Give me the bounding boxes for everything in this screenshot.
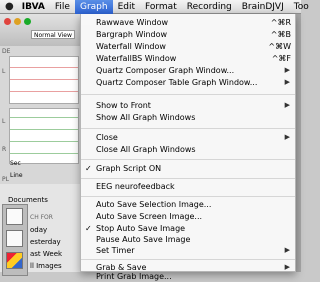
- line-label: Line: [10, 172, 23, 179]
- minimize-window-icon[interactable]: [14, 18, 21, 25]
- menu-item-close[interactable]: Close ▶: [81, 132, 295, 143]
- apple-icon[interactable]: ●: [5, 1, 14, 12]
- submenu-arrow-icon: ▶: [284, 246, 290, 254]
- graph-dropdown-menu: Rawwave Window ^⌘R Bargraph Window ^⌘B W…: [80, 14, 296, 281]
- sidebar-item-yesterday[interactable]: esterday: [30, 238, 61, 246]
- sidebar-heading-search: CH FOR: [30, 214, 53, 221]
- sidebar-item-all-images[interactable]: ll Images: [30, 262, 62, 270]
- color-tool-icon[interactable]: [6, 252, 23, 269]
- menu-item-graph-script-on[interactable]: ✓ Graph Script ON: [81, 163, 295, 174]
- channel-label: R: [2, 146, 7, 153]
- graph-area-bottom: [9, 108, 79, 164]
- menu-item-pause-auto-save-image[interactable]: Pause Auto Save Image: [81, 234, 295, 245]
- menu-item-set-timer[interactable]: Set Timer ▶: [81, 245, 295, 256]
- menu-braindjvj[interactable]: BrainDJVJ: [237, 0, 289, 14]
- channel-label: L: [2, 68, 6, 75]
- close-window-icon[interactable]: [4, 18, 11, 25]
- channel-label: L: [2, 118, 6, 125]
- tool-palette: [2, 204, 28, 276]
- menu-separator: [81, 159, 295, 160]
- window-edge: [296, 14, 301, 272]
- menu-item-quartz-graph-window[interactable]: Quartz Composer Graph Window... ▶: [81, 65, 295, 76]
- menu-item-waterfallbs-window[interactable]: WaterfallBS Window ^⌘F: [81, 53, 295, 64]
- menu-item-close-all-graph-windows[interactable]: Close All Graph Windows: [81, 144, 295, 155]
- menu-graph[interactable]: Graph: [74, 0, 113, 14]
- menu-item-eeg-neurofeedback[interactable]: EEG neurofeedback: [81, 181, 295, 192]
- menu-item-auto-save-selection-image[interactable]: Auto Save Selection Image...: [81, 199, 295, 210]
- menu-separator: [81, 94, 295, 95]
- menu-separator: [81, 196, 295, 197]
- menu-item-bargraph-window[interactable]: Bargraph Window ^⌘B: [81, 29, 295, 40]
- menu-tools[interactable]: Too: [289, 0, 314, 14]
- submenu-arrow-icon: ▶: [284, 66, 290, 74]
- zoom-window-icon[interactable]: [24, 18, 31, 25]
- checkmark-icon: ✓: [85, 224, 92, 233]
- graph-area-top: [9, 56, 79, 104]
- submenu-arrow-icon: ▶: [284, 78, 290, 86]
- menu-separator: [81, 178, 295, 179]
- submenu-arrow-icon: ▶: [284, 263, 290, 271]
- panel-label: DE: [2, 48, 11, 55]
- hand-tool-icon[interactable]: [6, 208, 23, 225]
- menu-item-grab-and-save[interactable]: Grab & Save ▶: [81, 260, 295, 272]
- pointer-tool-icon[interactable]: [6, 230, 23, 247]
- menu-item-auto-save-screen-image[interactable]: Auto Save Screen Image...: [81, 211, 295, 222]
- menu-app-name[interactable]: IBVA: [20, 0, 50, 14]
- sidebar-item-today[interactable]: oday: [30, 226, 47, 234]
- sec-label: Sec: [10, 160, 21, 167]
- menu-bar: ● IBVA File Graph Edit Format Recording …: [0, 0, 309, 14]
- checkmark-icon: ✓: [85, 164, 92, 173]
- menu-item-rawwave-window[interactable]: Rawwave Window ^⌘R: [81, 17, 295, 28]
- menu-item-waterfall-window[interactable]: Waterfall Window ^⌘W: [81, 41, 295, 52]
- menu-item-show-all-graph-windows[interactable]: Show All Graph Windows: [81, 112, 295, 123]
- sidebar-item-documents[interactable]: Documents: [8, 196, 48, 204]
- menu-item-show-to-front[interactable]: Show to Front ▶: [81, 100, 295, 111]
- panel-label: PL: [2, 176, 9, 183]
- submenu-arrow-icon: ▶: [284, 101, 290, 109]
- menu-file[interactable]: File: [50, 0, 75, 14]
- sidebar-item-last-week[interactable]: ast Week: [30, 250, 62, 258]
- menu-item-quartz-table-graph-window[interactable]: Quartz Composer Table Graph Window... ▶: [81, 77, 295, 88]
- menu-edit[interactable]: Edit: [113, 0, 140, 14]
- view-select[interactable]: Normal View: [31, 30, 75, 39]
- menu-format[interactable]: Format: [140, 0, 182, 14]
- menu-item-stop-auto-save-image[interactable]: ✓ Stop Auto Save Image: [81, 223, 295, 234]
- menu-recording[interactable]: Recording: [182, 0, 237, 14]
- submenu-arrow-icon: ▶: [284, 133, 290, 141]
- menu-separator: [81, 128, 295, 129]
